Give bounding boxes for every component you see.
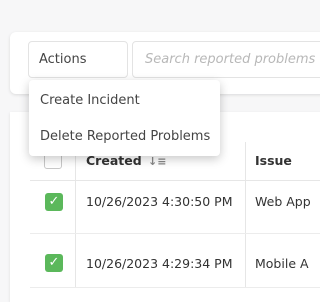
column-header-issue-label: Issue <box>255 153 292 168</box>
column-header-issue[interactable]: Issue <box>255 153 292 168</box>
checkmark-icon: ✓ <box>48 255 60 270</box>
menu-item-label: Delete Reported Problems <box>40 128 211 144</box>
search-input[interactable]: Search reported problems <box>132 41 320 78</box>
cell-created: 10/26/2023 4:30:50 PM <box>86 194 233 209</box>
checkmark-icon: ✓ <box>48 194 60 209</box>
actions-label: Actions <box>39 52 87 67</box>
menu-item-delete-reported-problems[interactable]: Delete Reported Problems <box>29 118 220 154</box>
cell-issue: Web App <box>255 194 311 209</box>
cell-created: 10/26/2023 4:29:34 PM <box>86 256 233 271</box>
cell-issue: Mobile A <box>255 256 309 271</box>
actions-dropdown-menu: Create Incident Delete Reported Problems <box>29 80 220 156</box>
menu-item-create-incident[interactable]: Create Incident <box>29 82 220 118</box>
actions-button[interactable]: Actions <box>28 41 128 78</box>
row-checkbox[interactable]: ✓ <box>45 254 63 272</box>
menu-item-label: Create Incident <box>40 92 140 108</box>
sort-descending-icon[interactable]: ↓≡ <box>148 155 166 168</box>
row-checkbox[interactable]: ✓ <box>45 193 63 211</box>
